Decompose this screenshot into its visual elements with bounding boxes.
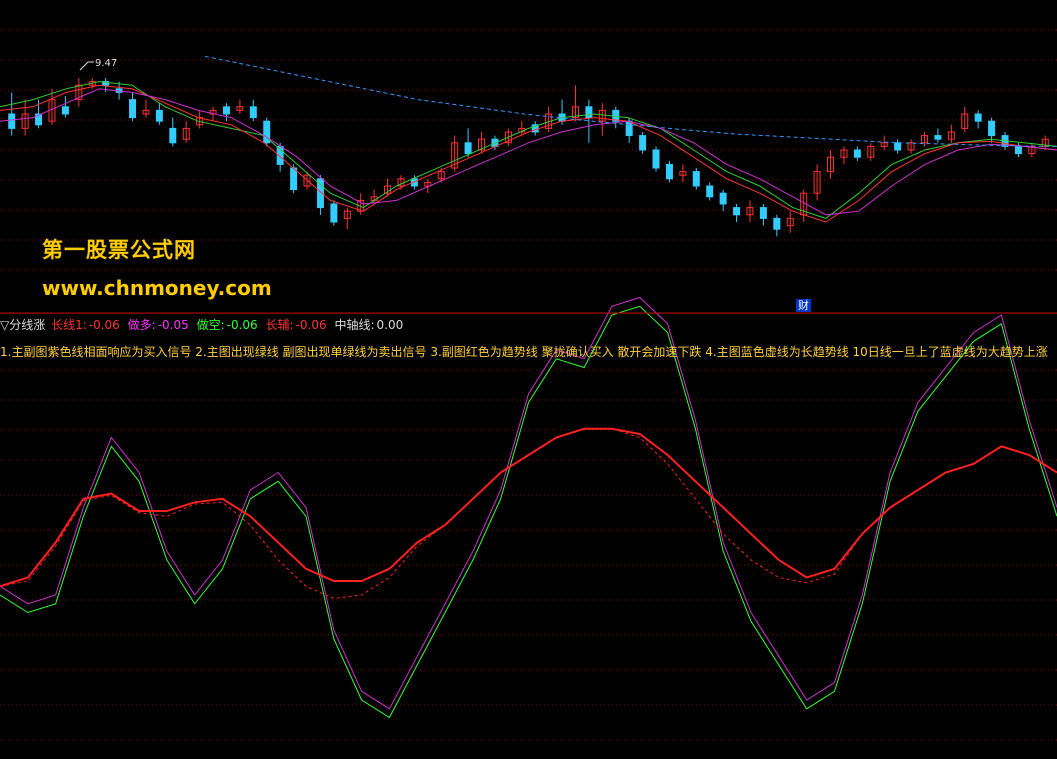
indicator-legend: ▽分线涨 长线1: -0.06 做多: -0.05 做空: -0.06 长辅: -0.0… xyxy=(0,316,407,333)
candle-body xyxy=(249,106,257,119)
candle-body xyxy=(464,142,472,155)
candle-body xyxy=(290,167,298,191)
legend-value: -0.05 xyxy=(157,318,189,332)
watermark-url: www.chnmoney.com xyxy=(42,276,272,300)
candle-body xyxy=(8,113,16,129)
max-price-label: 9.47 xyxy=(95,58,117,69)
legend-item-short: 做空: -0.06 xyxy=(197,318,264,332)
legend-label: 做空: xyxy=(196,318,225,332)
candle-body xyxy=(61,106,69,115)
legend-label: 长辅: xyxy=(265,318,294,332)
candle-body xyxy=(169,127,177,144)
stock-chart[interactable]: 9.47 xyxy=(0,0,1057,759)
legend-item-long1: 长线1: -0.06 xyxy=(51,318,126,332)
legend-item-long-aux: 长辅: -0.06 xyxy=(266,318,333,332)
legend-item-axis: 中轴线: 0.00 xyxy=(334,318,405,332)
candle-body xyxy=(692,171,700,187)
legend-item-long: 做多: -0.05 xyxy=(128,318,195,332)
indicator-name[interactable]: ▽分线涨 xyxy=(0,318,45,332)
legend-label: 长线1: xyxy=(51,318,87,332)
legend-value: 0.00 xyxy=(376,318,404,332)
watermark-title: 第一股票公式网 xyxy=(42,238,196,262)
candle-body xyxy=(330,203,338,223)
candle-body xyxy=(155,109,163,122)
candle-body xyxy=(853,149,861,158)
candle-body xyxy=(222,106,230,115)
candle-body xyxy=(773,217,781,230)
price-line xyxy=(0,88,1057,216)
price-line xyxy=(0,84,1057,223)
legend-value: -0.06 xyxy=(226,318,258,332)
candle-body xyxy=(894,142,902,151)
indicator-notes: 1.主副图紫色线相面响应为买入信号 2.主图出现绿线 副图出现单绿线为卖出信号 … xyxy=(0,345,1048,359)
event-badge[interactable]: 财 xyxy=(796,299,811,312)
candle-body xyxy=(974,113,982,122)
candle-body xyxy=(665,163,673,180)
max-price-marker: 9.47 xyxy=(79,58,117,71)
candle-body xyxy=(129,99,137,119)
candle-body xyxy=(625,120,633,137)
legend-label: 做多: xyxy=(127,318,156,332)
legend-value: -0.06 xyxy=(88,318,120,332)
candle-body xyxy=(585,106,593,119)
candle-body xyxy=(652,149,660,169)
legend-label: 中轴线: xyxy=(334,318,375,332)
candle-body xyxy=(733,207,741,216)
candle-body xyxy=(639,135,647,151)
candle-body xyxy=(1014,145,1022,155)
candle-body xyxy=(759,207,767,219)
candle-body xyxy=(706,185,714,198)
candle-body xyxy=(719,192,727,205)
candle-body xyxy=(988,120,996,137)
legend-value: -0.06 xyxy=(295,318,327,332)
candle-body xyxy=(934,135,942,140)
